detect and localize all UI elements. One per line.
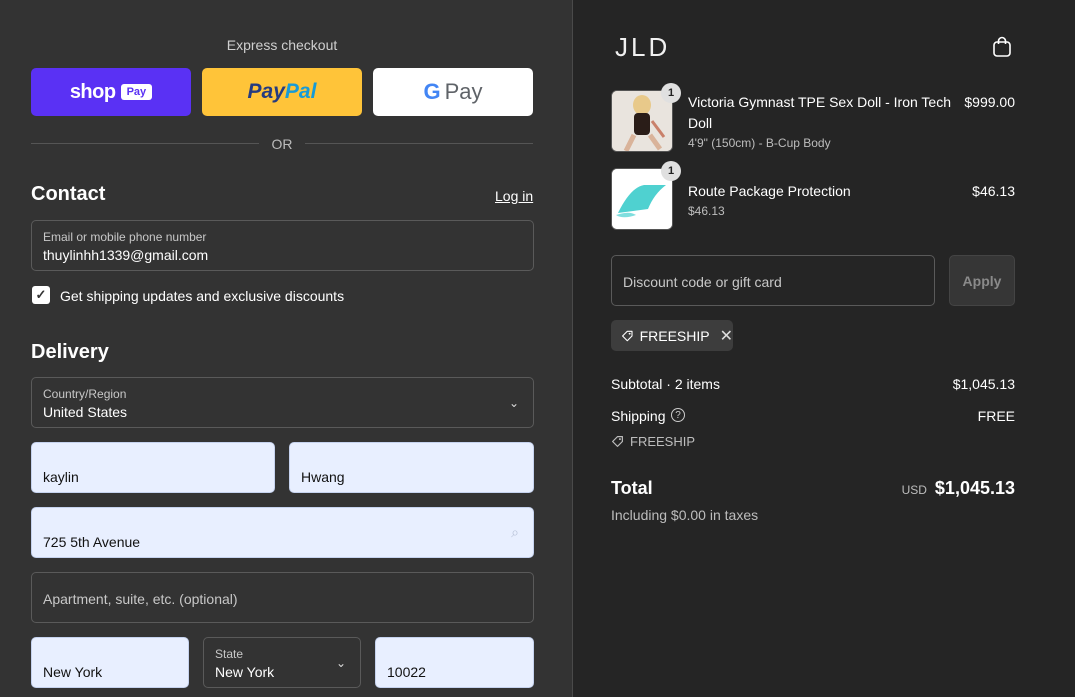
- shop-pay-button[interactable]: shop Pay: [31, 68, 191, 116]
- subtotal-label: Subtotal · 2 items: [611, 376, 720, 392]
- shop-pay-wordmark: shop: [69, 80, 116, 103]
- google-pay-word: Pay: [444, 79, 483, 104]
- state-label: State: [215, 647, 244, 661]
- express-checkout-title: Express checkout: [226, 37, 338, 53]
- shipping-value: FREE: [977, 408, 1015, 424]
- store-logo[interactable]: JLD: [615, 32, 670, 63]
- country-label: Country/Region: [43, 387, 127, 401]
- item-name-line2: Doll: [688, 115, 713, 131]
- taxes-note: Including $0.00 in taxes: [611, 507, 759, 523]
- item-price: $999.00: [964, 94, 1015, 110]
- tag-icon: [612, 436, 623, 447]
- total-currency: USD: [901, 483, 927, 497]
- applied-discount-chip: FREESHIP ✕: [611, 320, 733, 351]
- total-value: $1,045.13: [934, 478, 1015, 498]
- shipping-discount-code: FREESHIP: [630, 434, 696, 449]
- total-label: Total: [611, 478, 653, 498]
- email-field-value: thuylinhh1339@gmail.com: [43, 247, 209, 263]
- apply-button[interactable]: Apply: [949, 255, 1015, 306]
- quantity-badge: 1: [661, 161, 681, 181]
- chevron-down-icon: ⌄: [508, 396, 519, 410]
- quantity-badge: 1: [661, 83, 681, 103]
- or-divider-right: [305, 143, 533, 144]
- shipping-updates-label: Get shipping updates and exclusive disco…: [60, 288, 345, 304]
- last-name-value: Hwang: [301, 469, 345, 485]
- paypal-wordmark-pay: Pay: [247, 80, 285, 103]
- order-summary-panel: JLD 1 Victoria Gymnast TPE Sex Doll - Ir…: [573, 0, 1075, 697]
- chevron-down-icon: ⌄: [335, 656, 346, 670]
- google-g-icon: G: [423, 79, 441, 104]
- address-value: 725 5th Avenue: [43, 534, 141, 550]
- help-circle-icon[interactable]: ?: [671, 408, 685, 422]
- applied-code: FREESHIP: [639, 327, 710, 344]
- apartment-field[interactable]: Apartment, suite, etc. (optional): [31, 572, 534, 623]
- contact-heading: Contact: [31, 183, 106, 205]
- login-link[interactable]: Log in: [495, 188, 533, 204]
- item-variant: $46.13: [688, 204, 725, 218]
- subtotal-value: $1,045.13: [952, 376, 1015, 392]
- google-pay-button[interactable]: G Pay: [373, 68, 533, 116]
- discount-placeholder: Discount code or gift card: [623, 274, 782, 290]
- or-divider-left: [31, 143, 259, 144]
- or-label: OR: [271, 136, 293, 152]
- total-amount: USD $1,045.13: [902, 478, 1015, 499]
- city-field[interactable]: New York: [31, 637, 189, 688]
- shop-pay-badge: Pay: [120, 84, 153, 100]
- checkout-form-panel: Express checkout shop Pay Pay Pal G Pay O…: [0, 0, 572, 697]
- email-field[interactable]: Email or mobile phone number thuylinhh13…: [31, 220, 534, 271]
- shipping-label: Shipping: [611, 408, 666, 424]
- shopping-bag-icon[interactable]: [993, 36, 1011, 57]
- zip-value: 10022: [387, 664, 426, 680]
- country-value: United States: [43, 404, 128, 420]
- city-value: New York: [43, 664, 103, 680]
- email-field-label: Email or mobile phone number: [43, 230, 207, 244]
- shipping-discount-row: FREESHIP: [611, 434, 695, 449]
- tag-icon: [622, 330, 633, 341]
- discount-code-input[interactable]: Discount code or gift card: [611, 255, 935, 306]
- state-select[interactable]: State New York ⌄: [203, 637, 361, 688]
- item-name-line1: Victoria Gymnast TPE Sex Doll - Iron Tec…: [688, 94, 951, 110]
- shipping-updates-checkbox[interactable]: ✓: [32, 286, 50, 304]
- item-variant: 4'9" (150cm) - B-Cup Body: [688, 136, 831, 150]
- delivery-heading: Delivery: [31, 341, 109, 363]
- first-name-value: kaylin: [43, 469, 79, 485]
- item-price: $46.13: [972, 183, 1015, 199]
- address-field[interactable]: 725 5th Avenue ⌕: [31, 507, 534, 558]
- paypal-wordmark-pal: Pal: [284, 80, 317, 103]
- state-value: New York: [215, 664, 275, 680]
- item-name-line1: Route Package Protection: [688, 183, 851, 199]
- first-name-field[interactable]: kaylin: [31, 442, 275, 493]
- close-icon[interactable]: ✕: [720, 326, 733, 346]
- paypal-button[interactable]: Pay Pal: [202, 68, 362, 116]
- country-select[interactable]: Country/Region United States ⌄: [31, 377, 534, 428]
- zip-field[interactable]: 10022: [375, 637, 534, 688]
- apartment-placeholder: Apartment, suite, etc. (optional): [43, 591, 238, 607]
- search-icon: ⌕: [511, 524, 519, 540]
- last-name-field[interactable]: Hwang: [289, 442, 534, 493]
